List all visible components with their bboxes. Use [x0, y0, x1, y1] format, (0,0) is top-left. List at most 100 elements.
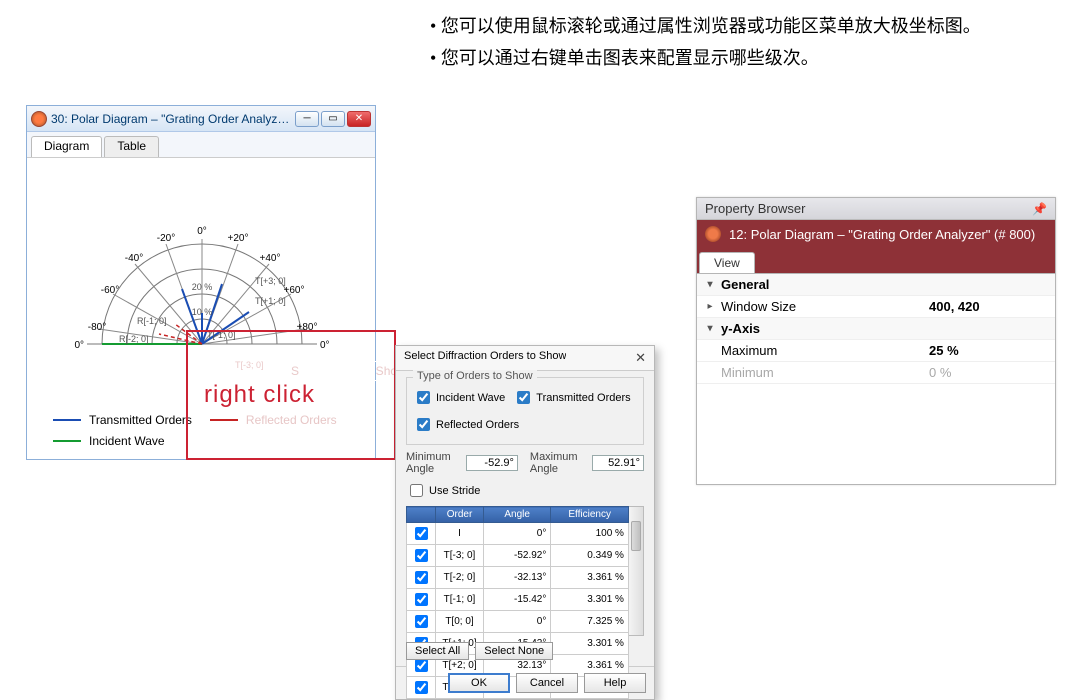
checkbox-incident-wave[interactable]: Incident Wave	[413, 388, 505, 407]
col-order[interactable]: Order	[436, 507, 484, 523]
pin-icon[interactable]: 📌	[1032, 202, 1047, 216]
svg-text:+60°: +60°	[284, 285, 305, 296]
svg-text:T[+3; 0]: T[+3; 0]	[255, 276, 286, 286]
table-row[interactable]: I0°100 %	[407, 523, 629, 545]
prop-y-minimum-value: 0 %	[929, 365, 1049, 380]
group-y-axis[interactable]: ▾ y-Axis	[697, 318, 1055, 340]
svg-text:-40°: -40°	[125, 253, 143, 264]
checkbox-transmitted-orders[interactable]: Transmitted Orders	[513, 388, 630, 407]
property-browser-panel: Property Browser 📌 12: Polar Diagram – "…	[696, 197, 1056, 485]
svg-text:+40°: +40°	[260, 253, 281, 264]
group-label: Type of Orders to Show	[413, 370, 537, 382]
row-checkbox[interactable]	[415, 527, 428, 540]
prop-y-maximum[interactable]: Maximum 25 %	[697, 340, 1055, 362]
max-angle-label: Maximum Angle	[530, 451, 586, 475]
legend-swatch-transmitted	[53, 419, 81, 421]
row-checkbox[interactable]	[415, 615, 428, 628]
tab-view[interactable]: View	[699, 252, 755, 273]
checkbox-reflected-orders[interactable]: Reflected Orders	[413, 415, 519, 434]
cell-efficiency: 0.349 %	[551, 545, 629, 567]
select-none-button[interactable]: Select None	[475, 642, 553, 660]
svg-text:-20°: -20°	[157, 233, 175, 244]
table-row[interactable]: T[0; 0]0°7.325 %	[407, 611, 629, 633]
tab-row: Diagram Table	[27, 132, 375, 158]
chevron-right-icon: ▸	[703, 301, 717, 312]
orders-table: Order Angle Efficiency I0°100 %T[-3; 0]-…	[406, 506, 629, 699]
svg-text:-80°: -80°	[88, 322, 106, 333]
cell-order: T[0; 0]	[436, 611, 484, 633]
minimize-button[interactable]: ─	[295, 111, 319, 127]
row-checkbox[interactable]	[415, 593, 428, 606]
chevron-down-icon: ▾	[703, 279, 717, 290]
min-angle-input[interactable]	[466, 455, 518, 471]
dialog-close-button[interactable]: ✕	[635, 350, 646, 366]
min-angle-label: Minimum Angle	[406, 451, 460, 475]
cell-efficiency: 3.301 %	[551, 589, 629, 611]
cell-angle: 0°	[484, 523, 551, 545]
cell-efficiency: 100 %	[551, 523, 629, 545]
table-row[interactable]: T[-1; 0]-15.42°3.301 %	[407, 589, 629, 611]
property-browser-title: Property Browser	[705, 201, 805, 216]
maximize-button[interactable]: ▭	[321, 111, 345, 127]
svg-text:10 %: 10 %	[192, 307, 213, 317]
app-icon	[31, 111, 47, 127]
row-checkbox[interactable]	[415, 681, 428, 694]
table-row[interactable]: T[-3; 0]-52.92°0.349 %	[407, 545, 629, 567]
prop-y-maximum-value[interactable]: 25 %	[929, 343, 1049, 358]
svg-text:T[+1; 0]: T[+1; 0]	[255, 296, 286, 306]
orders-table-wrap: Order Angle Efficiency I0°100 %T[-3; 0]-…	[406, 506, 644, 636]
note-1: 您可以使用鼠标滚轮或通过属性浏览器或功能区菜单放大极坐标图。	[441, 16, 981, 36]
property-browser-subtitle[interactable]: 12: Polar Diagram – "Grating Order Analy…	[697, 220, 1055, 248]
app-icon	[705, 226, 721, 242]
row-checkbox[interactable]	[415, 549, 428, 562]
legend-incident: Incident Wave	[89, 432, 165, 451]
dialog-title: Select Diffraction Orders to Show	[404, 350, 566, 366]
prop-window-size[interactable]: ▸ Window Size 400, 420	[697, 296, 1055, 318]
svg-text:+20°: +20°	[228, 233, 249, 244]
max-angle-input[interactable]	[592, 455, 644, 471]
select-all-button[interactable]: Select All	[406, 642, 469, 660]
cell-order: I	[436, 523, 484, 545]
cell-efficiency: 3.361 %	[551, 567, 629, 589]
right-click-annotation: right click	[186, 330, 396, 460]
checkbox-use-stride[interactable]: Use Stride	[406, 481, 644, 500]
window-title: 30: Polar Diagram – "Grating Order Analy…	[51, 112, 295, 126]
table-scrollbar[interactable]	[629, 506, 644, 636]
row-checkbox[interactable]	[415, 659, 428, 672]
instructional-notes: • 您可以使用鼠标滚轮或通过属性浏览器或功能区菜单放大极坐标图。 • 您可以通过…	[430, 10, 1050, 75]
cell-angle: -52.92°	[484, 545, 551, 567]
svg-text:R[-1; 0]: R[-1; 0]	[137, 316, 167, 326]
legend-swatch-incident	[53, 440, 81, 442]
right-click-label: right click	[204, 381, 315, 409]
prop-window-size-value[interactable]: 400, 420	[929, 299, 1049, 314]
tab-table[interactable]: Table	[104, 136, 159, 157]
cell-angle: -15.42°	[484, 589, 551, 611]
row-checkbox[interactable]	[415, 571, 428, 584]
svg-text:0°: 0°	[197, 226, 207, 237]
type-of-orders-group: Type of Orders to Show Incident Wave Tra…	[406, 377, 644, 445]
svg-text:R[-2; 0]: R[-2; 0]	[119, 334, 149, 344]
cell-angle: -32.13°	[484, 567, 551, 589]
cell-order: T[-1; 0]	[436, 589, 484, 611]
ok-button[interactable]: OK	[448, 673, 510, 693]
tab-diagram[interactable]: Diagram	[31, 136, 102, 157]
col-angle[interactable]: Angle	[484, 507, 551, 523]
group-general[interactable]: ▾ General	[697, 274, 1055, 296]
svg-text:0°: 0°	[74, 340, 84, 351]
legend-transmitted: Transmitted Orders	[89, 411, 192, 430]
table-row[interactable]: T[-2; 0]-32.13°3.361 %	[407, 567, 629, 589]
svg-text:-60°: -60°	[101, 285, 119, 296]
cell-order: T[-2; 0]	[436, 567, 484, 589]
cell-angle: 0°	[484, 611, 551, 633]
col-efficiency[interactable]: Efficiency	[551, 507, 629, 523]
diffraction-orders-dialog: Select Diffraction Orders to Show ✕ Type…	[395, 345, 655, 700]
window-titlebar[interactable]: 30: Polar Diagram – "Grating Order Analy…	[27, 106, 375, 132]
chevron-down-icon: ▾	[703, 323, 717, 334]
cell-efficiency: 3.301 %	[551, 633, 629, 655]
cancel-button[interactable]: Cancel	[516, 673, 578, 693]
note-2: 您可以通过右键单击图表来配置显示哪些级次。	[441, 48, 819, 68]
cell-order: T[-3; 0]	[436, 545, 484, 567]
help-button[interactable]: Help	[584, 673, 646, 693]
svg-text:20 %: 20 %	[192, 282, 213, 292]
close-button[interactable]: ✕	[347, 111, 371, 127]
